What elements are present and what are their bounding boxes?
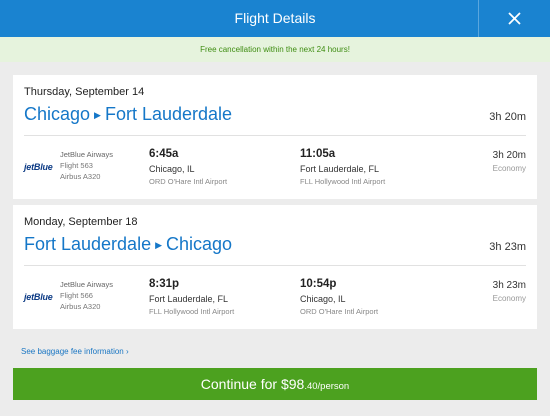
continue-button[interactable]: Continue for $98.40/person: [13, 368, 537, 400]
departure-time: 8:31p: [149, 278, 180, 290]
arrival-info: 11:05a Fort Lauderdale, FL FLL Hollywood…: [300, 147, 385, 187]
segment-duration: 3h 23m: [492, 280, 526, 291]
close-button[interactable]: [478, 0, 550, 37]
caret-right-icon: ▶: [155, 240, 163, 250]
airline-logo: jetBlue: [24, 162, 53, 172]
divider: [24, 135, 526, 136]
departure-city: Chicago, IL: [149, 164, 195, 174]
price-cents: .40/person: [304, 381, 350, 392]
segment-summary: 3h 23m Economy: [493, 279, 526, 305]
close-icon: [508, 12, 521, 25]
arrival-time: 11:05a: [300, 148, 336, 160]
departure-airport: FLL Hollywood Intl Airport: [149, 307, 235, 316]
arrival-airport: ORD O'Hare Intl Airport: [300, 307, 379, 316]
airline-name: JetBlue Airways: [60, 150, 113, 159]
total-duration: 3h 23m: [489, 241, 526, 253]
page-title: Flight Details: [234, 10, 316, 26]
flight-number: Flight 563: [60, 161, 93, 170]
flight-date: Monday, September 18: [24, 216, 138, 228]
price-main: $98: [280, 376, 305, 392]
departure-city: Fort Lauderdale, FL: [149, 294, 229, 304]
route-title: Fort Lauderdale ▶ Chicago: [24, 234, 232, 255]
route-destination: Chicago: [166, 234, 233, 254]
aircraft-type: Airbus A320: [60, 172, 101, 181]
airline-info: JetBlue Airways Flight 566 Airbus A320: [60, 279, 113, 312]
baggage-fee-link[interactable]: See baggage fee information ›: [21, 347, 129, 356]
departure-info: 6:45a Chicago, IL ORD O'Hare Intl Airpor…: [149, 147, 227, 187]
flight-number: Flight 566: [60, 291, 93, 300]
departure-time: 6:45a: [149, 148, 179, 160]
cancellation-notice: Free cancellation within the next 24 hou…: [0, 37, 550, 62]
airline-logo: jetBlue: [24, 292, 53, 302]
header-bar: Flight Details: [0, 0, 550, 37]
baggage-fee-label: See baggage fee information: [21, 347, 124, 356]
departure-airport: ORD O'Hare Intl Airport: [149, 177, 228, 186]
segment-summary: 3h 20m Economy: [493, 149, 526, 175]
continue-label: Continue for: [200, 376, 281, 392]
arrival-airport: FLL Hollywood Intl Airport: [300, 177, 386, 186]
arrival-info: 10:54p Chicago, IL ORD O'Hare Intl Airpo…: [300, 277, 378, 317]
segment-duration: 3h 20m: [492, 150, 526, 161]
flight-date: Thursday, September 14: [24, 86, 145, 98]
cabin-class: Economy: [492, 294, 526, 303]
airline-info: JetBlue Airways Flight 563 Airbus A320: [60, 149, 113, 182]
route-title: Chicago ▶ Fort Lauderdale: [24, 104, 232, 125]
route-origin: Chicago: [24, 104, 91, 124]
cabin-class: Economy: [492, 164, 526, 173]
airline-name: JetBlue Airways: [60, 280, 113, 289]
route-origin: Fort Lauderdale: [24, 234, 152, 254]
route-destination: Fort Lauderdale: [104, 104, 233, 124]
flight-card-return: Monday, September 18 Fort Lauderdale ▶ C…: [13, 205, 537, 329]
total-duration: 3h 20m: [489, 111, 526, 123]
divider: [24, 265, 526, 266]
arrival-city: Chicago, IL: [300, 294, 346, 304]
arrival-time: 10:54p: [300, 278, 337, 290]
aircraft-type: Airbus A320: [60, 302, 101, 311]
caret-right-icon: ▶: [94, 110, 101, 120]
flight-card-outbound: Thursday, September 14 Chicago ▶ Fort La…: [13, 75, 537, 199]
chevron-right-icon: ›: [125, 347, 129, 356]
arrival-city: Fort Lauderdale, FL: [300, 164, 380, 174]
departure-info: 8:31p Fort Lauderdale, FL FLL Hollywood …: [149, 277, 234, 317]
